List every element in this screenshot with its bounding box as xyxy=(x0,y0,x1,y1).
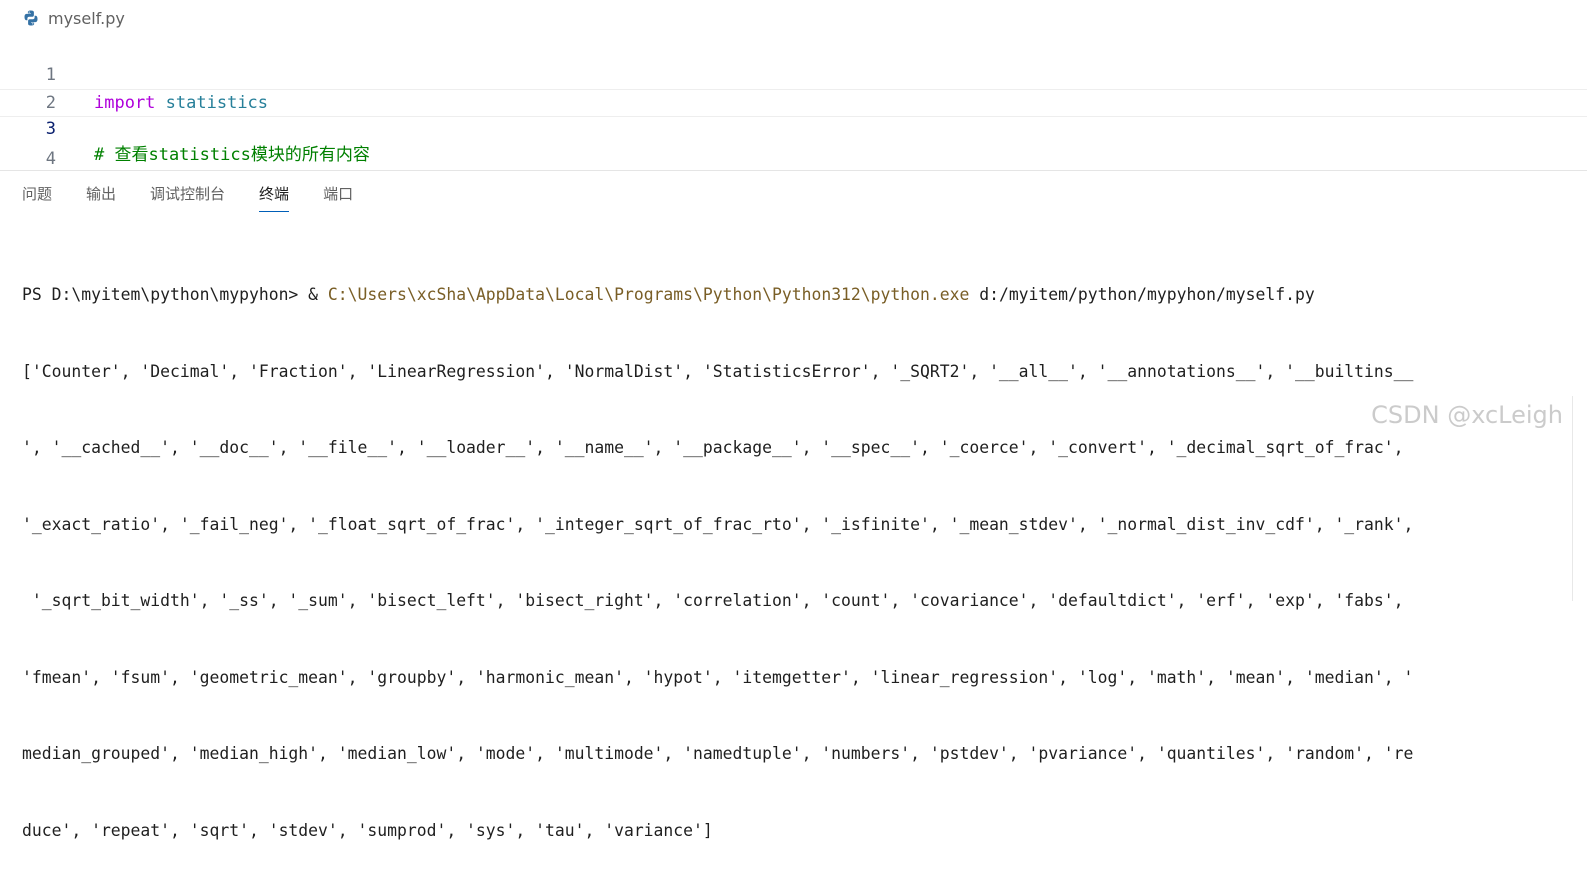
tab-debug-console[interactable]: 调试控制台 xyxy=(150,183,225,212)
terminal-exe-path: C:\Users\xcSha\AppData\Local\Programs\Py… xyxy=(327,285,970,304)
terminal-output-line: ', '__cached__', '__doc__', '__file__', … xyxy=(22,438,1404,457)
code-editor[interactable]: myself.py 1 import statistics 2 3 # 查看st… xyxy=(0,0,1587,197)
code-line-4[interactable]: 4 print(dir(statistics)) xyxy=(0,117,1587,197)
tab-output[interactable]: 输出 xyxy=(86,183,116,212)
code-line-1[interactable]: 1 import statistics xyxy=(0,33,1587,113)
terminal-output-line: ['Counter', 'Decimal', 'Fraction', 'Line… xyxy=(22,361,1414,381)
terminal-script-arg: d:/myitem/python/mypyhon/myself.py xyxy=(969,285,1315,304)
terminal-output-line: median_grouped', 'median_high', 'median_… xyxy=(22,744,1414,763)
terminal-output-line: '_exact_ratio', '_fail_neg', '_float_sqr… xyxy=(22,514,1414,534)
panel-tab-bar: 问题 输出 调试控制台 终端 端口 xyxy=(22,183,387,212)
terminal-command-line: PS D:\myitem\python\mypyhon> & C:\Users\… xyxy=(22,282,1567,308)
code-line-2[interactable]: 2 xyxy=(0,61,1587,113)
code-line-3[interactable]: 3 # 查看statistics模块的所有内容 xyxy=(0,89,1587,165)
code-area[interactable]: 1 import statistics 2 3 # 查看statistics模块… xyxy=(0,33,1587,197)
terminal-call-operator: & xyxy=(308,285,328,304)
tab-terminal[interactable]: 终端 xyxy=(259,183,290,212)
python-icon xyxy=(22,9,40,27)
comment-token: # 查看statistics模块的所有内容 xyxy=(94,145,370,165)
line-number: 4 xyxy=(45,149,56,169)
tab-ports[interactable]: 端口 xyxy=(323,183,353,212)
terminal-scrollbar[interactable] xyxy=(1572,396,1587,601)
terminal-output-line: '_sqrt_bit_width', '_ss', '_sum', 'bisec… xyxy=(22,591,1404,610)
tab-problems[interactable]: 问题 xyxy=(22,183,52,212)
terminal-output-line: 'fmean', 'fsum', 'geometric_mean', 'grou… xyxy=(22,667,1414,687)
bottom-panel: 问题 输出 调试控制台 终端 端口 PS D:\myitem\python\my… xyxy=(0,170,1587,840)
file-name: myself.py xyxy=(48,8,125,28)
terminal-output-line-last: duce', 'repeat', 'sqrt', 'stdev', 'sumpr… xyxy=(22,818,1567,844)
terminal-output-text: duce', 'repeat', 'sqrt', 'stdev', 'sumpr… xyxy=(22,820,713,840)
terminal-prompt: PS D:\myitem\python\mypyhon> xyxy=(22,285,309,304)
terminal-output[interactable]: PS D:\myitem\python\mypyhon> & C:\Users\… xyxy=(22,231,1567,886)
file-breadcrumb[interactable]: myself.py xyxy=(22,7,125,29)
